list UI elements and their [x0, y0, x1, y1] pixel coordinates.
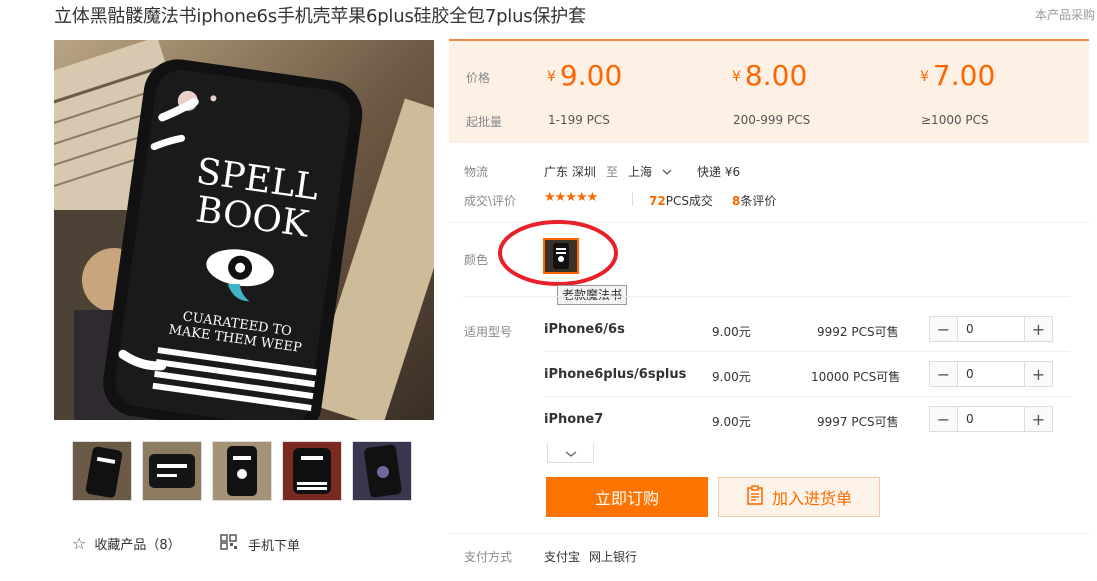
price-tier-3: ¥7.00	[920, 59, 996, 92]
price-tier-1: ¥9.00	[547, 59, 623, 92]
ship-to-select[interactable]: 上海	[628, 163, 672, 180]
thumbnail-3[interactable]	[212, 441, 272, 501]
quantity-input[interactable]: 0	[958, 407, 1024, 431]
price-label: 价格	[466, 71, 491, 85]
model-name-2: iPhone6plus/6splus	[544, 367, 687, 382]
express-fee: 快递 ¥6	[697, 165, 741, 179]
logistics-label: 物流	[464, 165, 489, 179]
chevron-down-icon	[565, 443, 577, 462]
moq-tier-1: 1-199 PCS	[548, 113, 610, 127]
moq-tier-3: ≥1000 PCS	[921, 113, 989, 127]
reviews-count[interactable]: 8条评价	[732, 192, 776, 209]
deals-count[interactable]: 72PCS成交	[649, 192, 713, 209]
increase-button[interactable]: +	[1024, 317, 1052, 341]
chevron-down-icon	[662, 165, 672, 179]
quantity-stepper-3: − 0 +	[929, 406, 1053, 432]
thumbnail-4[interactable]	[282, 441, 342, 501]
model-name-3: iPhone7	[544, 412, 604, 427]
quantity-stepper-1: − 0 +	[929, 316, 1053, 342]
payment-method-alipay: 支付宝	[544, 550, 581, 564]
divider-3	[449, 533, 1089, 534]
thumbnail-5[interactable]	[352, 441, 412, 501]
procurement-note[interactable]: 本产品采购	[1035, 6, 1095, 23]
qr-code-icon	[220, 534, 238, 554]
product-title: 立体黑骷髅魔法书iphone6s手机壳苹果6plus硅胶全包7plus保护套	[54, 6, 586, 27]
rating-label: 成交\评价	[464, 194, 517, 208]
model-price-2: 9.00元	[712, 370, 751, 384]
add-to-cart-button[interactable]: 加入进货单	[718, 477, 880, 517]
decrease-button[interactable]: −	[930, 317, 958, 341]
payment-label: 支付方式	[464, 550, 513, 564]
model-row-divider-2	[544, 396, 1070, 397]
model-stock-3: 9997 PCS可售	[817, 415, 899, 429]
model-stock-2: 10000 PCS可售	[811, 370, 901, 384]
buy-now-button[interactable]: 立即订购	[546, 477, 708, 517]
increase-button[interactable]: +	[1024, 362, 1052, 386]
moq-tier-2: 200-999 PCS	[733, 113, 811, 127]
model-label: 适用型号	[464, 325, 513, 339]
color-tooltip: 老款魔法书	[557, 285, 628, 305]
ship-to-word: 至	[606, 165, 619, 179]
mobile-order-label: 手机下单	[248, 538, 301, 554]
quantity-input[interactable]: 0	[958, 317, 1024, 341]
decrease-button[interactable]: −	[930, 362, 958, 386]
main-product-image: SPELL BOOK CUARATEED TO MAKE THEM WEEP	[54, 40, 434, 420]
color-label: 颜色	[464, 253, 489, 267]
divider-2	[463, 296, 1070, 297]
quantity-stepper-2: − 0 +	[929, 361, 1053, 387]
price-tier-2: ¥8.00	[732, 59, 808, 92]
thumbnail-1[interactable]	[72, 441, 132, 501]
ship-from: 广东 深圳	[544, 165, 596, 179]
rating-divider	[632, 192, 633, 206]
add-to-cart-label: 加入进货单	[771, 489, 852, 508]
model-name-1: iPhone6/6s	[544, 322, 625, 337]
collect-product-button[interactable]: ☆ 收藏产品（8）	[72, 534, 181, 553]
rating-stars: ★★★★★	[544, 190, 598, 205]
expand-models-button[interactable]	[547, 443, 594, 463]
model-price-1: 9.00元	[712, 325, 751, 339]
mobile-order-button[interactable]: 手机下单	[220, 534, 300, 554]
model-stock-1: 9992 PCS可售	[817, 325, 899, 339]
thumbnail-strip	[72, 441, 412, 501]
quantity-input[interactable]: 0	[958, 362, 1024, 386]
collect-label: 收藏产品（8）	[94, 538, 181, 553]
thumbnail-2[interactable]	[142, 441, 202, 501]
star-outline-icon: ☆	[72, 534, 87, 553]
decrease-button[interactable]: −	[930, 407, 958, 431]
clipboard-icon	[746, 485, 764, 509]
ship-to-value: 上海	[628, 165, 653, 179]
model-price-3: 9.00元	[712, 415, 751, 429]
payment-method-bank: 网上银行	[589, 550, 638, 564]
increase-button[interactable]: +	[1024, 407, 1052, 431]
model-row-divider-1	[544, 351, 1070, 352]
highlight-circle	[497, 219, 619, 287]
moq-label: 起批量	[466, 115, 503, 129]
